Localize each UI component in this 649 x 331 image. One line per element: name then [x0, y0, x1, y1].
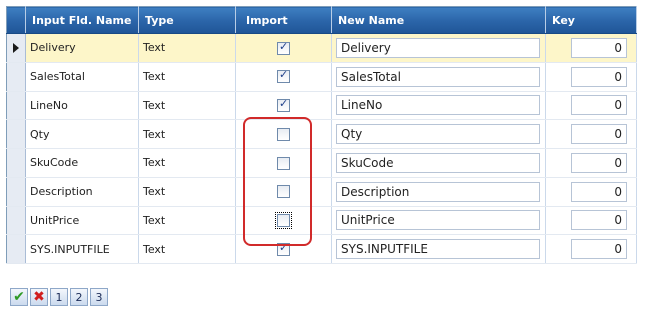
type-cell: Text	[138, 177, 236, 207]
new-name-input[interactable]: SkuCode	[336, 152, 540, 173]
import-cell	[235, 62, 332, 92]
import-checkbox[interactable]	[277, 97, 290, 113]
cross-icon: ✖	[33, 289, 45, 305]
new-name-input[interactable]: LineNo	[336, 95, 540, 116]
new-name-input[interactable]: Qty	[336, 124, 540, 145]
input-field-name-cell: Qty	[25, 119, 139, 149]
new-name-input[interactable]: SYS.INPUTFILE	[336, 239, 540, 260]
type-cell: Text	[138, 206, 236, 236]
input-field-name-cell: SkuCode	[25, 148, 139, 178]
current-row-arrow-icon	[13, 43, 19, 54]
import-cell	[235, 177, 332, 207]
key-input[interactable]: 0	[571, 95, 627, 116]
key-input[interactable]: 0	[571, 239, 627, 260]
table-row[interactable]: SalesTotalTextSalesTotal0	[6, 62, 637, 92]
import-checkbox[interactable]	[277, 185, 290, 199]
new-name-input[interactable]: Description	[336, 181, 540, 202]
row-selector[interactable]	[6, 177, 26, 207]
new-name-input[interactable]: UnitPrice	[336, 210, 540, 231]
table-row[interactable]: DeliveryTextDelivery0	[6, 33, 637, 63]
row-selector[interactable]	[6, 119, 26, 149]
input-field-name-cell: Delivery	[25, 33, 139, 63]
column-header-key[interactable]: Key	[545, 6, 637, 34]
import-checkbox[interactable]	[277, 127, 290, 141]
input-field-name-cell: Description	[25, 177, 139, 207]
import-cell	[235, 33, 332, 63]
import-cell	[235, 119, 332, 149]
import-checkbox[interactable]	[277, 40, 290, 55]
import-checkbox[interactable]	[277, 156, 290, 170]
row-selector[interactable]	[6, 91, 26, 121]
input-field-name-cell: SYS.INPUTFILE	[25, 234, 139, 264]
type-cell: Text	[138, 234, 236, 264]
key-cell: 0	[545, 91, 637, 121]
key-cell: 0	[545, 119, 637, 149]
row-selector[interactable]	[6, 33, 26, 63]
new-name-cell: Qty	[331, 119, 546, 149]
new-name-cell: SkuCode	[331, 148, 546, 178]
key-input[interactable]: 0	[571, 210, 627, 231]
row-selector[interactable]	[6, 234, 26, 264]
key-cell: 0	[545, 177, 637, 207]
type-cell: Text	[138, 33, 236, 63]
table-row[interactable]: UnitPrice Text UnitPrice 0	[6, 206, 637, 236]
type-cell: Text	[138, 119, 236, 149]
page-3-button[interactable]: 3	[90, 288, 108, 306]
row-selector[interactable]	[6, 206, 26, 236]
key-cell: 0	[545, 148, 637, 178]
type-cell: Text	[138, 91, 236, 121]
new-name-cell: LineNo	[331, 91, 546, 121]
key-input[interactable]: 0	[571, 181, 627, 202]
key-cell: 0	[545, 234, 637, 264]
field-mapping-grid: Input Fld. Name Type Import New Name Key…	[6, 6, 637, 264]
column-header-type[interactable]: Type	[138, 6, 236, 34]
import-cell	[235, 91, 332, 121]
new-name-cell: SYS.INPUTFILE	[331, 234, 546, 264]
input-field-name-cell: LineNo	[25, 91, 139, 121]
input-field-name-cell: SalesTotal	[25, 62, 139, 92]
import-cell	[235, 234, 332, 264]
column-header-input-field-name[interactable]: Input Fld. Name	[25, 6, 139, 34]
column-header-new-name[interactable]: New Name	[331, 6, 546, 34]
confirm-button[interactable]: ✔	[10, 288, 28, 306]
new-name-cell: Delivery	[331, 33, 546, 63]
grid-header-row: Input Fld. Name Type Import New Name Key	[6, 6, 637, 34]
table-row[interactable]: SkuCode Text SkuCode 0	[6, 148, 637, 178]
key-input[interactable]: 0	[571, 37, 627, 58]
row-selector[interactable]	[6, 62, 26, 92]
table-row[interactable]: LineNoTextLineNo0	[6, 91, 637, 121]
input-field-name-cell: UnitPrice	[25, 206, 139, 236]
type-cell: Text	[138, 62, 236, 92]
row-selector[interactable]	[6, 148, 26, 178]
new-name-cell: Description	[331, 177, 546, 207]
cancel-button[interactable]: ✖	[30, 288, 48, 306]
check-icon: ✔	[13, 289, 25, 305]
page-2-button[interactable]: 2	[70, 288, 88, 306]
new-name-cell: UnitPrice	[331, 206, 546, 236]
column-header-import[interactable]: Import	[235, 6, 332, 34]
import-checkbox[interactable]	[275, 212, 292, 230]
table-row[interactable]: Description Text Description 0	[6, 177, 637, 207]
key-cell: 0	[545, 62, 637, 92]
new-name-input[interactable]: Delivery	[336, 37, 540, 58]
bottom-toolbar: ✔ ✖ 1 2 3	[10, 288, 108, 306]
import-mapping-window: Input Fld. Name Type Import New Name Key…	[0, 0, 649, 331]
import-checkbox[interactable]	[277, 241, 290, 256]
type-cell: Text	[138, 148, 236, 178]
key-input[interactable]: 0	[571, 66, 627, 87]
new-name-cell: SalesTotal	[331, 62, 546, 92]
import-checkbox[interactable]	[277, 68, 290, 84]
key-cell: 0	[545, 33, 637, 63]
key-input[interactable]: 0	[571, 124, 627, 145]
key-cell: 0	[545, 206, 637, 236]
row-selector-header	[6, 6, 26, 34]
table-row[interactable]: Qty Text Qty 0	[6, 119, 637, 149]
key-input[interactable]: 0	[571, 152, 627, 173]
import-cell	[235, 148, 332, 178]
table-row[interactable]: SYS.INPUTFILETextSYS.INPUTFILE0	[6, 234, 637, 264]
new-name-input[interactable]: SalesTotal	[336, 66, 540, 87]
import-cell	[235, 206, 332, 236]
grid-body: DeliveryTextDelivery0SalesTotalTextSales…	[6, 33, 637, 264]
page-1-button[interactable]: 1	[50, 288, 68, 306]
